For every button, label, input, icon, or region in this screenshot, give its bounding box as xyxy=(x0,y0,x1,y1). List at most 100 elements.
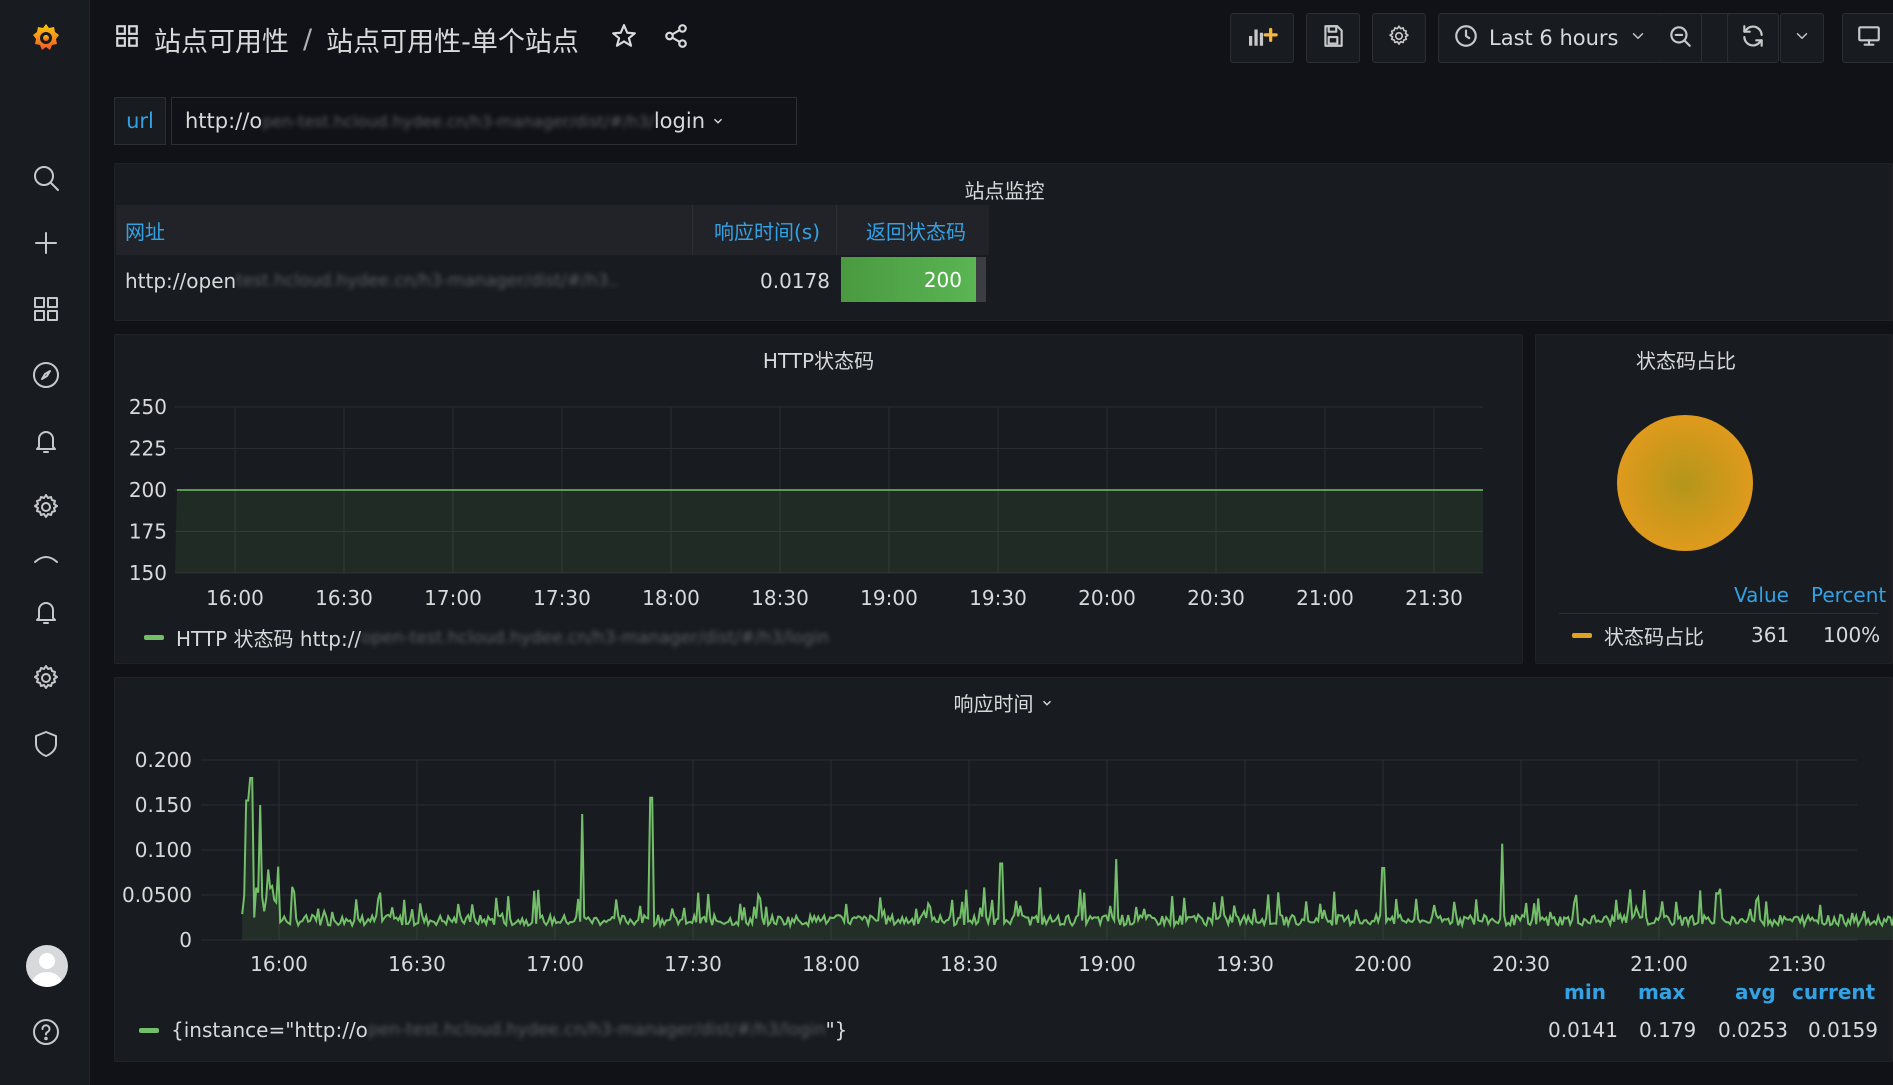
dashboard-title[interactable]: 站点可用性-单个站点 xyxy=(326,20,579,59)
legend-label: {instance="http://o xyxy=(171,1018,368,1042)
legend-swatch xyxy=(144,635,164,640)
help-icon[interactable] xyxy=(20,1006,72,1058)
x-tick-label: 21:00 xyxy=(1296,586,1354,610)
gear-icon xyxy=(1386,23,1412,53)
avatar[interactable] xyxy=(26,945,68,987)
grafana-logo-icon[interactable] xyxy=(20,12,72,64)
zoom-out-icon xyxy=(1667,23,1693,53)
stat-header-min[interactable]: min xyxy=(1564,980,1606,1004)
response-time-chart[interactable]: 0 0.0500 0.100 0.150 0.200 16:00 16:30 17:00 17:… xyxy=(115,708,1893,1008)
legend-swatch xyxy=(1572,633,1592,638)
x-tick-label: 19:30 xyxy=(1216,952,1274,976)
column-header-status-code[interactable]: 返回状态码 xyxy=(866,205,966,255)
variable-value-prefix: http://o xyxy=(185,109,263,133)
x-tick-label: 20:30 xyxy=(1187,586,1245,610)
legend-item-http[interactable]: HTTP 状态码 http://open-test.hcloud.hydee.c… xyxy=(144,623,829,652)
x-tick-label: 17:30 xyxy=(533,586,591,610)
y-tick-label: 0 xyxy=(179,928,192,952)
breadcrumb-separator: / xyxy=(303,24,313,55)
y-tick-label: 0.100 xyxy=(135,838,192,862)
legend-label: 状态码占比 xyxy=(1604,625,1704,649)
table-scrollbar[interactable] xyxy=(976,257,986,302)
pie-chart[interactable] xyxy=(1605,403,1765,563)
explore-compass-icon[interactable] xyxy=(20,349,72,401)
configuration-gear-icon-2[interactable] xyxy=(20,652,72,704)
x-tick-label: 16:00 xyxy=(250,952,308,976)
x-tick-label: 16:30 xyxy=(388,952,446,976)
legend-item-instance[interactable]: {instance="http://o pen-test.hcloud.hydee… xyxy=(139,1018,847,1042)
variable-url-select[interactable]: http://o pen-test.hcloud.hydee.cn/h3-mana… xyxy=(171,97,797,145)
stat-header-avg[interactable]: avg xyxy=(1735,980,1776,1004)
y-tick-label: 0.0500 xyxy=(122,883,192,907)
add-panel-icon xyxy=(1245,23,1279,53)
x-tick-label: 18:00 xyxy=(642,586,700,610)
pie-value: 361 xyxy=(1751,623,1790,647)
table-row-response-time: 0.0178 xyxy=(760,269,830,293)
save-icon xyxy=(1320,23,1346,53)
x-tick-label: 20:00 xyxy=(1078,586,1136,610)
refresh-button[interactable] xyxy=(1727,13,1779,63)
clock-icon xyxy=(1453,23,1479,53)
stat-avg: 0.0253 xyxy=(1718,1018,1788,1042)
y-tick-label: 250 xyxy=(129,395,167,419)
series-line xyxy=(241,777,1893,930)
chevron-down-icon xyxy=(1629,27,1647,49)
x-tick-label: 16:00 xyxy=(206,586,264,610)
divider-arc-icon xyxy=(20,548,72,568)
variable-label: url xyxy=(114,97,166,145)
y-tick-label: 150 xyxy=(129,561,167,585)
top-nav: 站点可用性 / 站点可用性-单个站点 Last 6 hours xyxy=(90,0,1893,76)
variable-value-redacted: pen-test.hcloud.hydee.cn/h3-manager/dist… xyxy=(262,111,654,131)
x-tick-label: 21:30 xyxy=(1768,952,1826,976)
panel-title[interactable]: 状态码占比 xyxy=(1536,345,1836,374)
y-tick-label: 225 xyxy=(129,437,167,461)
x-tick-label: 18:00 xyxy=(802,952,860,976)
x-tick-label: 21:00 xyxy=(1630,952,1688,976)
time-range-label: Last 6 hours xyxy=(1489,26,1619,50)
x-tick-label: 17:00 xyxy=(424,586,482,610)
x-tick-label: 17:30 xyxy=(664,952,722,976)
x-tick-label: 16:30 xyxy=(315,586,373,610)
dashboard-settings-button[interactable] xyxy=(1372,13,1426,63)
legend-label-suffix: "} xyxy=(825,1018,848,1042)
tv-mode-button[interactable] xyxy=(1842,13,1893,63)
pie-percent: 100% xyxy=(1823,623,1881,647)
chevron-down-icon xyxy=(1793,27,1811,49)
column-header-response-time[interactable]: 响应时间(s) xyxy=(714,205,820,255)
sidebar xyxy=(0,0,90,1085)
shield-icon[interactable] xyxy=(20,718,72,770)
zoom-out-button[interactable] xyxy=(1658,13,1702,63)
stat-header-current[interactable]: current xyxy=(1792,980,1875,1004)
save-dashboard-button[interactable] xyxy=(1306,13,1360,63)
legend-label-redacted: pen-test.hcloud.hydee.cn/h3-manager/dist… xyxy=(367,1020,826,1040)
configuration-gear-icon[interactable] xyxy=(20,481,72,533)
panel-title[interactable]: 站点监控 xyxy=(115,175,1893,204)
alerting-bell-icon[interactable] xyxy=(20,415,72,467)
stat-header-max[interactable]: max xyxy=(1638,980,1685,1004)
pie-legend-item[interactable]: 状态码占比 xyxy=(1572,621,1704,650)
breadcrumb-folder[interactable]: 站点可用性 xyxy=(154,20,289,59)
alerting-bell-icon-2[interactable] xyxy=(20,586,72,638)
pie-header-percent[interactable]: Percent xyxy=(1811,583,1886,607)
http-status-chart[interactable]: 150 175 200 225 250 16:00 16:30 17:00 17:30 18:00… xyxy=(115,335,1524,665)
x-tick-label: 19:30 xyxy=(969,586,1027,610)
share-icon[interactable] xyxy=(663,23,689,56)
star-icon[interactable] xyxy=(611,23,637,56)
refresh-icon xyxy=(1740,23,1766,53)
legend-label: HTTP 状态码 http:// xyxy=(176,627,362,651)
y-tick-label: 0.200 xyxy=(135,748,192,772)
series-area xyxy=(175,490,1483,573)
refresh-interval-dropdown[interactable] xyxy=(1780,13,1824,63)
search-icon[interactable] xyxy=(20,152,72,204)
x-tick-label: 20:30 xyxy=(1492,952,1550,976)
column-header-url[interactable]: 网址 xyxy=(125,205,165,255)
table-row-status-code: 200 xyxy=(841,257,976,302)
y-tick-label: 200 xyxy=(129,478,167,502)
add-panel-button[interactable] xyxy=(1230,13,1294,63)
breadcrumb: 站点可用性 / 站点可用性-单个站点 xyxy=(114,20,689,59)
pie-header-value[interactable]: Value xyxy=(1734,583,1789,607)
dashboards-icon[interactable] xyxy=(20,283,72,335)
response-time-panel: 响应时间 0 0.0500 0.100 0.150 0.200 16:00 16:30 17:… xyxy=(114,677,1893,1062)
monitor-icon xyxy=(1856,23,1882,53)
create-plus-icon[interactable] xyxy=(20,217,72,269)
